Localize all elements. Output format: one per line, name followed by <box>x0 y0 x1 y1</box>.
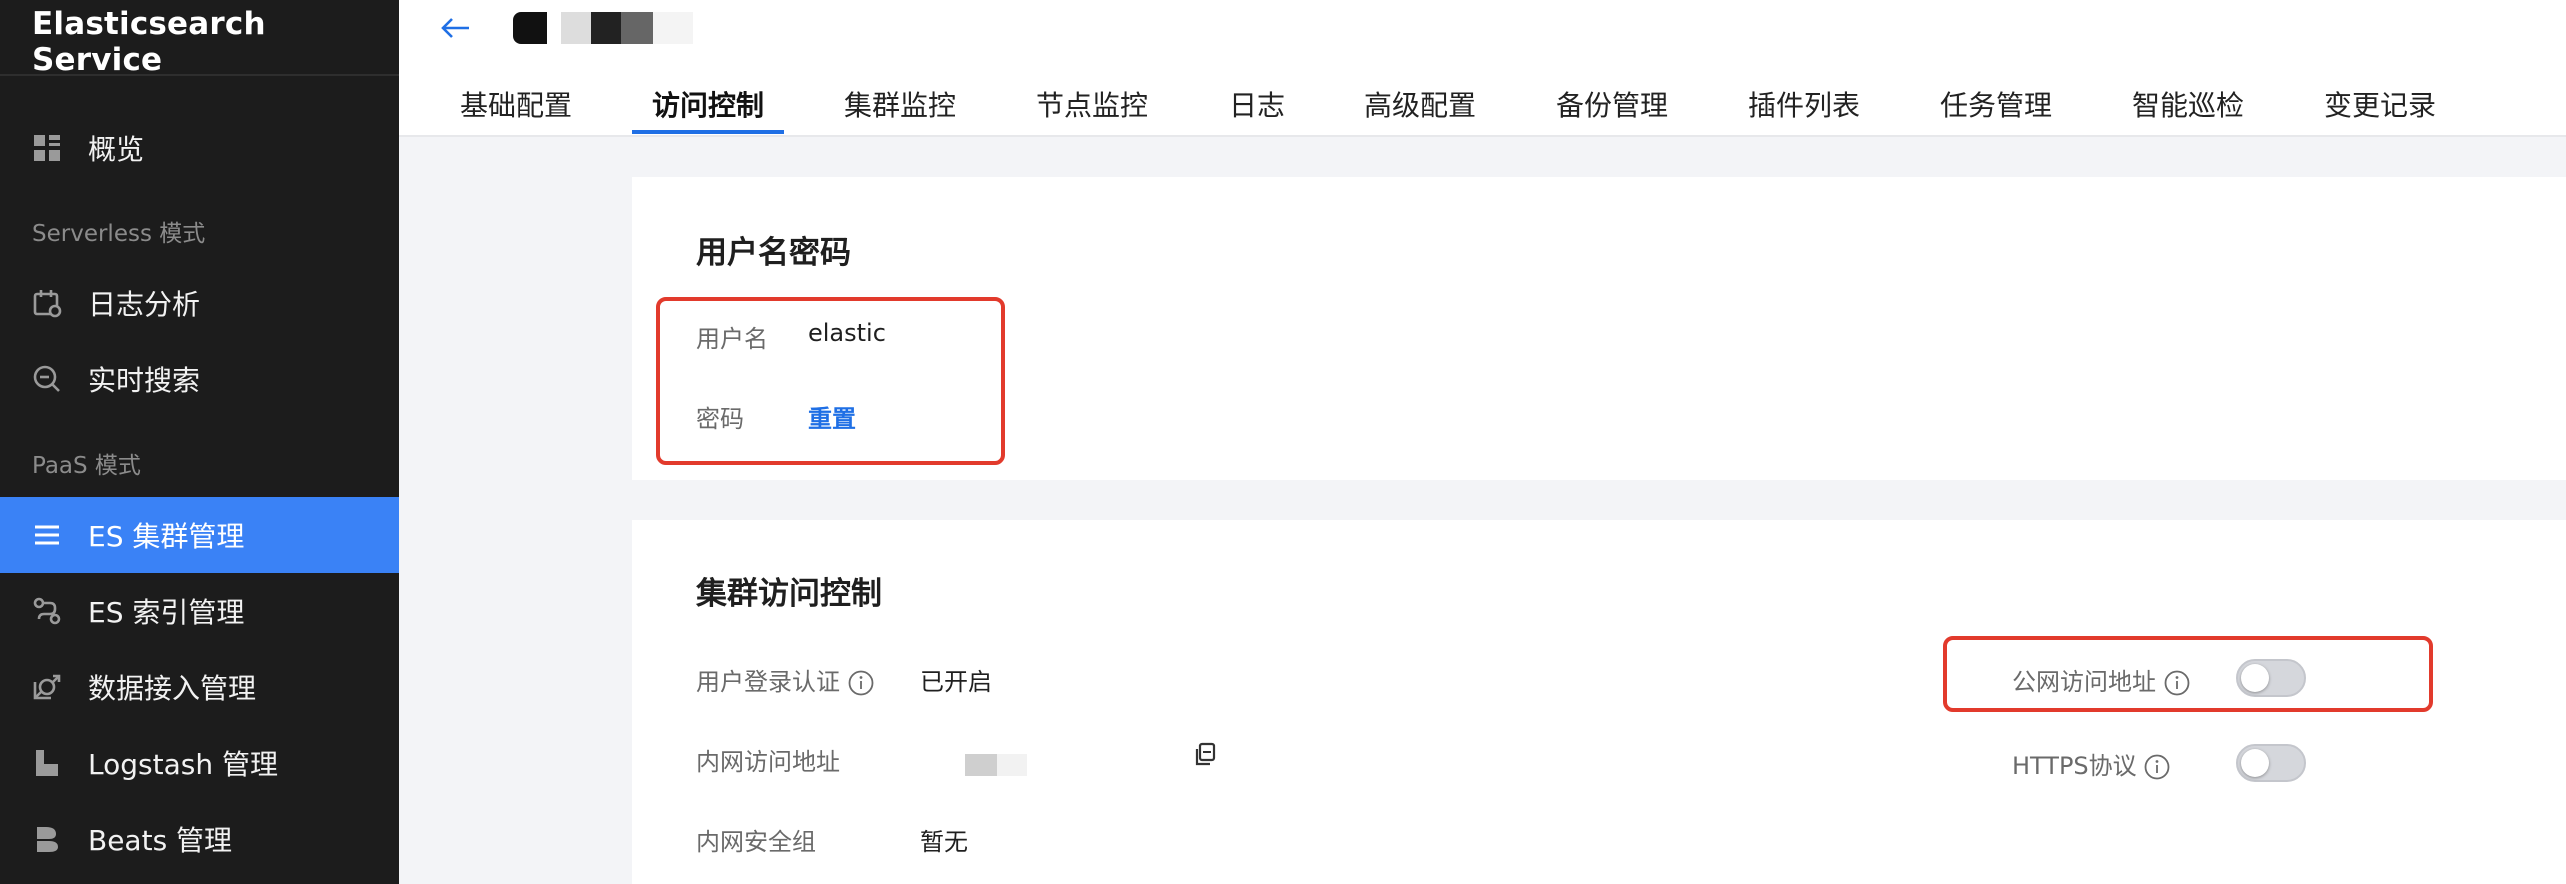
section-title: 用户名密码 <box>696 235 851 271</box>
copy-icon[interactable] <box>1194 742 1218 772</box>
sidebar-item-logstash[interactable]: Logstash 管理 <box>0 725 399 801</box>
public-addr-toggle[interactable] <box>2236 659 2306 697</box>
logstash-icon <box>32 748 62 778</box>
section-paas: PaaS 模式 <box>32 453 141 479</box>
sidebar-item-label: 概览 <box>88 133 145 166</box>
tab-basic-config[interactable]: 基础配置 <box>460 84 572 124</box>
data-ingest-icon <box>32 672 62 702</box>
tab-plugins[interactable]: 插件列表 <box>1748 84 1860 124</box>
intranet-sg-value: 暂无 <box>920 828 968 856</box>
info-icon[interactable] <box>848 670 874 696</box>
search-icon <box>32 364 62 394</box>
sidebar-item-label: ES 集群管理 <box>88 520 245 553</box>
sidebar-item-data-ingest[interactable]: 数据接入管理 <box>0 649 399 725</box>
login-auth-label-text: 用户登录认证 <box>696 668 840 696</box>
username-value: elastic <box>808 319 886 347</box>
page-title-redacted <box>513 10 693 46</box>
sidebar-item-overview[interactable]: 概览 <box>0 110 399 186</box>
active-tab-indicator <box>632 130 784 134</box>
sidebar-item-label: 数据接入管理 <box>88 672 257 705</box>
menu-icon <box>32 520 62 550</box>
tab-advanced-config[interactable]: 高级配置 <box>1364 84 1476 124</box>
index-icon <box>32 596 62 626</box>
tab-tasks[interactable]: 任务管理 <box>1940 84 2052 124</box>
https-toggle[interactable] <box>2236 744 2306 782</box>
toggle-knob <box>2241 749 2269 777</box>
login-auth-label: 用户登录认证 <box>696 662 874 697</box>
sidebar-item-es-index[interactable]: ES 索引管理 <box>0 573 399 649</box>
password-label: 密码 <box>696 405 744 433</box>
tab-change-log[interactable]: 变更记录 <box>2324 84 2436 124</box>
sidebar-item-label: 实时搜索 <box>88 364 201 397</box>
login-auth-value: 已开启 <box>920 668 992 696</box>
https-label: HTTPS协议 <box>2012 746 2170 781</box>
tab-logs[interactable]: 日志 <box>1229 84 1285 124</box>
https-label-text: HTTPS协议 <box>2012 752 2137 780</box>
sidebar-item-label: ES 索引管理 <box>88 596 245 629</box>
sidebar: Elasticsearch Service 概览 Serverless 模式 日… <box>0 0 399 884</box>
public-addr-label-text: 公网访问地址 <box>2012 668 2156 696</box>
grid-icon <box>32 133 62 163</box>
sidebar-item-label: Beats 管理 <box>88 824 233 857</box>
tab-node-monitor[interactable]: 节点监控 <box>1036 84 1148 124</box>
public-addr-label: 公网访问地址 <box>2012 662 2190 697</box>
beats-icon <box>32 824 62 854</box>
sidebar-item-log-analysis[interactable]: 日志分析 <box>0 265 399 341</box>
tab-cluster-monitor[interactable]: 集群监控 <box>844 84 956 124</box>
redacted-address <box>997 754 1027 776</box>
tab-inspection[interactable]: 智能巡检 <box>2132 84 2244 124</box>
intranet-sg-label: 内网安全组 <box>696 828 816 856</box>
back-arrow-icon[interactable] <box>438 10 474 46</box>
section-serverless: Serverless 模式 <box>32 221 206 247</box>
sidebar-item-realtime-search[interactable]: 实时搜索 <box>0 341 399 417</box>
section-title: 集群访问控制 <box>696 576 882 612</box>
username-label: 用户名 <box>696 325 768 353</box>
redacted-address <box>965 754 997 776</box>
toggle-knob <box>2241 664 2269 692</box>
tab-access-control[interactable]: 访问控制 <box>652 84 764 124</box>
user-password-card: 用户名密码 用户名 elastic 密码 重置 <box>632 177 2566 480</box>
info-icon[interactable] <box>2164 670 2190 696</box>
sidebar-item-label: 日志分析 <box>88 288 201 321</box>
divider <box>0 74 399 76</box>
tab-backup[interactable]: 备份管理 <box>1556 84 1668 124</box>
sidebar-item-es-cluster[interactable]: ES 集群管理 <box>0 497 399 573</box>
info-icon[interactable] <box>2144 754 2170 780</box>
sidebar-item-label: Logstash 管理 <box>88 748 278 781</box>
calendar-icon <box>32 288 62 318</box>
intranet-addr-label: 内网访问地址 <box>696 748 840 776</box>
reset-password-link[interactable]: 重置 <box>808 399 856 434</box>
sidebar-item-beats[interactable]: Beats 管理 <box>0 801 399 877</box>
cluster-access-card: 集群访问控制 用户登录认证 已开启 内网访问地址 内网安全组 暂无 公网访问地址… <box>632 520 2566 884</box>
brand-title: Elasticsearch Service <box>32 6 266 78</box>
